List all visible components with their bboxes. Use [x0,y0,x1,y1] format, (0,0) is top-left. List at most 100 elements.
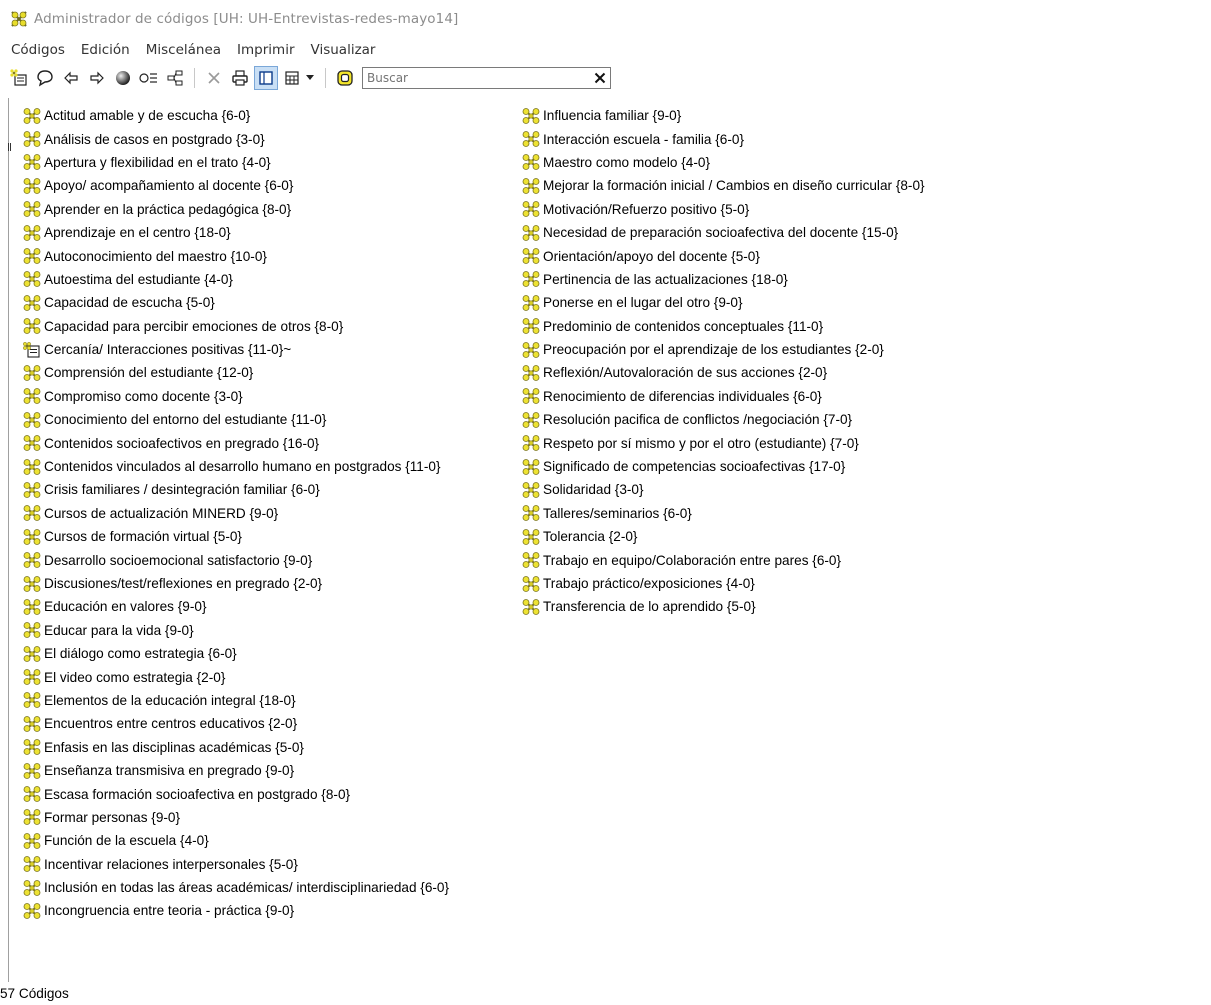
code-item[interactable]: Incentivar relaciones interpersonales {5… [23,853,449,876]
code-item[interactable]: Orientación/apoyo del docente {5-0} [522,244,925,267]
code-item[interactable]: El video como estrategia {2-0} [23,665,449,688]
code-item[interactable]: Talleres/seminarios {6-0} [522,502,925,525]
menu-imprimir[interactable]: Imprimir [229,42,302,58]
code-item[interactable]: Apertura y flexibilidad en el trato {4-0… [23,151,449,174]
code-label: Actitud amable y de escucha {6-0} [44,108,251,124]
code-icon [522,505,540,522]
code-item[interactable]: Capacidad de escucha {5-0} [23,291,449,314]
code-item[interactable]: Interacción escuela - familia {6-0} [522,127,925,150]
code-item[interactable]: Incongruencia entre teoria - práctica {9… [23,899,449,922]
code-icon [23,177,41,194]
close-icon [594,72,606,84]
code-item[interactable]: Discusiones/test/reflexiones en pregrado… [23,572,449,595]
code-item[interactable]: Significado de competencias socioafectiv… [522,455,925,478]
code-item[interactable]: Inclusión en todas las áreas académicas/… [23,876,449,899]
new-code-button[interactable] [8,67,30,89]
code-item[interactable]: Enseñanza transmisiva en pregrado {9-0} [23,759,449,782]
back-button[interactable] [60,67,82,89]
code-item[interactable]: Renocimiento de diferencias individuales… [522,385,925,408]
code-label: Aprender en la práctica pedagógica {8-0} [44,201,292,217]
code-item[interactable]: Resolución pacifica de conflictos /negoc… [522,408,925,431]
code-label: Discusiones/test/reflexiones en pregrado… [44,576,323,591]
color-button[interactable] [112,67,134,89]
code-item[interactable]: Contenidos socioafectivos en pregrado {1… [23,431,449,454]
code-icon [23,365,41,381]
code-item[interactable]: Mejorar la formación inicial / Cambios e… [522,174,925,197]
code-item[interactable]: Compromiso como docente {3-0} [23,385,449,408]
code-item[interactable]: Análisis de casos en postgrado {3-0} [23,127,449,150]
code-item[interactable]: Pertinencia de las actualizaciones {18-0… [522,268,925,291]
search-target-button[interactable] [334,67,356,89]
code-item[interactable]: Trabajo en equipo/Colaboración entre par… [522,548,925,571]
code-item[interactable]: Formar personas {9-0} [23,806,449,829]
code-item[interactable]: Reflexión/Autovaloración de sus acciones… [522,361,925,384]
code-list[interactable]: Actitud amable y de escucha {6-0} Análisi… [8,98,1211,995]
code-item[interactable]: Predominio de contenidos conceptuales {1… [522,315,925,338]
view-dropdown-button[interactable] [305,67,315,89]
search-clear-button[interactable] [590,69,610,87]
code-icon [23,201,41,218]
code-item[interactable]: Elementos de la educación integral {18-0… [23,689,449,712]
code-item[interactable]: Solidaridad {3-0} [522,478,925,501]
menu-miscelanea[interactable]: Miscelánea [138,42,229,58]
print-button[interactable] [229,67,251,89]
search-input[interactable] [363,69,590,87]
code-item[interactable]: Desarrollo socioemocional satisfactorio … [23,548,449,571]
code-item[interactable]: Influencia familiar {9-0} [522,104,925,127]
code-item[interactable]: Educación en valores {9-0} [23,595,449,618]
forward-button[interactable] [86,67,108,89]
code-item[interactable]: Capacidad para percibir emociones de otr… [23,315,449,338]
code-icon [23,482,41,498]
code-filter-button[interactable] [138,67,160,89]
code-icon [23,224,41,241]
code-label: Inclusión en todas las áreas académicas/… [44,880,450,896]
code-item[interactable]: Ponerse en el lugar del otro {9-0} [522,291,925,314]
code-item[interactable]: Contenidos vinculados al desarrollo huma… [23,455,449,478]
code-item[interactable]: Necesidad de preparación socioafectiva d… [522,221,925,244]
code-item[interactable]: Cursos de formación virtual {5-0} [23,525,449,548]
code-icon [23,669,41,685]
code-item[interactable]: Encuentros entre centros educativos {2-0… [23,712,449,735]
code-item[interactable]: Función de la escuela {4-0} [23,829,449,852]
code-label: Motivación/Refuerzo positivo {5-0} [543,201,750,217]
code-icon [522,482,540,498]
code-item[interactable]: Autoconocimiento del maestro {10-0} [23,244,449,267]
code-item[interactable]: Cursos de actualización MINERD {9-0} [23,502,449,525]
code-item[interactable]: Preocupación por el aprendizaje de los e… [522,338,925,361]
code-label: Enseñanza transmisiva en pregrado {9-0} [44,763,295,779]
delete-button[interactable] [203,67,225,89]
code-item[interactable]: Autoestima del estudiante {4-0} [23,268,449,291]
code-item[interactable]: Conocimiento del entorno del estudiante … [23,408,449,431]
code-item[interactable]: Respeto por sí mismo y por el otro (estu… [522,431,925,454]
code-item[interactable]: Comprensión del estudiante {12-0} [23,361,449,384]
code-label: Mejorar la formación inicial / Cambios e… [543,178,925,194]
code-item[interactable]: Escasa formación socioafectiva en postgr… [23,782,449,805]
menu-edicion[interactable]: Edición [73,42,138,58]
code-item[interactable]: Tolerancia {2-0} [522,525,925,548]
code-label: Aprendizaje en el centro {18-0} [44,225,231,241]
code-item[interactable]: Motivación/Refuerzo positivo {5-0} [522,198,925,221]
code-item[interactable]: Transferencia de lo aprendido {5-0} [522,595,925,618]
code-item[interactable]: Educar para la vida {9-0} [23,619,449,642]
code-item[interactable]: Enfasis en las disciplinas académicas {5… [23,736,449,759]
multi-column-view-button[interactable] [281,67,303,89]
code-icon [23,271,41,288]
status-bar: 57 Códigos [0,982,1211,1005]
menu-codigos[interactable]: Códigos [0,42,73,58]
menu-visualizar[interactable]: Visualizar [303,42,384,58]
splitter-handle-icon[interactable] [8,143,11,151]
code-icon [522,528,540,545]
code-item[interactable]: Aprendizaje en el centro {18-0} [23,221,449,244]
code-item[interactable]: Maestro como modelo {4-0} [522,151,925,174]
single-column-view-button[interactable] [254,66,278,90]
code-item[interactable]: Apoyo/ acompañamiento al docente {6-0} [23,174,449,197]
comment-button[interactable] [34,67,56,89]
network-icon [167,70,183,86]
code-item[interactable]: Crisis familiares / desintegración famil… [23,478,449,501]
code-item[interactable]: Actitud amable y de escucha {6-0} [23,104,449,127]
code-item[interactable]: Trabajo práctico/exposiciones {4-0} [522,572,925,595]
network-button[interactable] [164,67,186,89]
code-item[interactable]: El diálogo como estrategia {6-0} [23,642,449,665]
code-item[interactable]: Aprender en la práctica pedagógica {8-0} [23,198,449,221]
code-item[interactable]: Cercanía/ Interacciones positivas {11-0}… [23,338,449,361]
